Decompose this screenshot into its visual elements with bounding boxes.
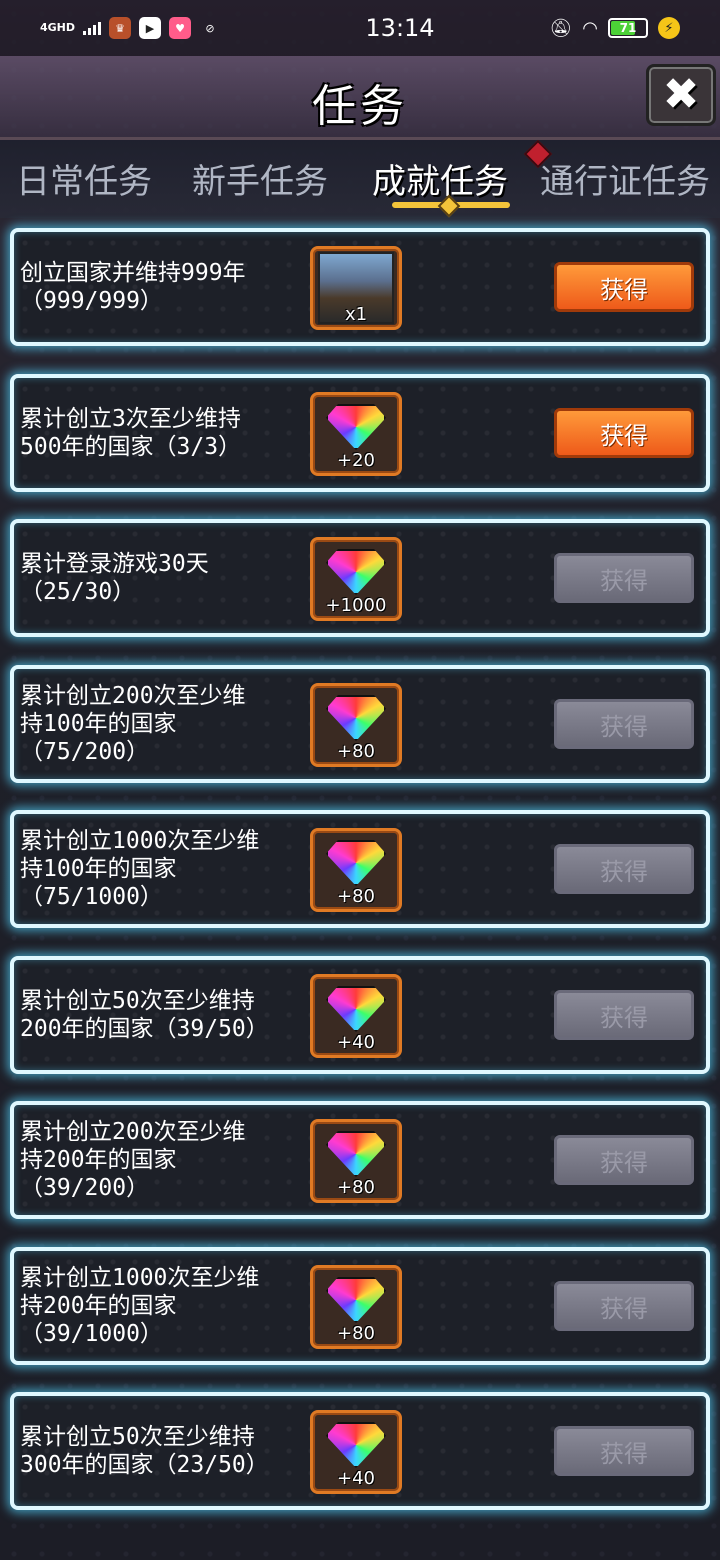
task-description: 创立国家并维持999年 （999/999） <box>20 232 290 342</box>
network-type: 4GHD <box>40 21 76 34</box>
task-description: 累计创立1000次至少维 持200年的国家 （39/1000） <box>20 1251 290 1361</box>
link-app-icon: ⊘ <box>205 21 215 35</box>
reward-quantity: x1 <box>344 304 368 325</box>
task-description-line: （39/1000） <box>20 1321 163 1347</box>
close-button[interactable]: ✖ <box>646 64 716 126</box>
task-card: 累计创立1000次至少维 持200年的国家 （39/1000） +80 获得 <box>10 1247 710 1365</box>
task-description-line: 累计创立3次至少维持 <box>20 406 241 432</box>
task-description-line: 创立国家并维持999年 <box>20 260 246 286</box>
claim-button[interactable]: 获得 <box>554 699 694 749</box>
tab-newbie[interactable]: 新手任务 <box>192 154 328 203</box>
claim-button[interactable]: 获得 <box>554 408 694 458</box>
task-description: 累计创立1000次至少维 持100年的国家 （75/1000） <box>20 814 290 924</box>
claim-button[interactable]: 获得 <box>554 262 694 312</box>
reward-quantity: +20 <box>337 450 375 471</box>
claim-button[interactable]: 获得 <box>554 990 694 1040</box>
tab-bar: 日常任务 新手任务 成就任务 通行证任务 <box>0 140 720 218</box>
status-right: 🔕︎ ◠ 71 ⚡ <box>520 17 680 39</box>
task-description: 累计创立50次至少维持 300年的国家（23/50） <box>20 1396 290 1506</box>
task-description-line: 持100年的国家 <box>20 711 177 737</box>
task-description-line: 累计创立1000次至少维 <box>20 828 260 854</box>
task-description-line: 持200年的国家 <box>20 1293 177 1319</box>
battery-percent: 71 <box>619 21 637 35</box>
reward-slot[interactable]: +40 <box>310 974 402 1058</box>
task-description-line: 累计创立50次至少维持 <box>20 988 255 1014</box>
task-card: 创立国家并维持999年 （999/999） x1 获得 <box>10 228 710 346</box>
gem-icon <box>326 840 386 886</box>
gem-icon <box>326 404 386 450</box>
reward-quantity: +80 <box>337 1177 375 1198</box>
gem-icon <box>326 695 386 741</box>
task-description: 累计创立3次至少维持 500年的国家（3/3） <box>20 378 290 488</box>
task-description-line: 累计登录游戏30天 <box>20 551 209 577</box>
pink-app-icon: ♥ <box>169 17 192 39</box>
reward-quantity: +80 <box>337 1323 375 1344</box>
game-app-icon: ♛ <box>109 17 132 39</box>
gem-icon <box>326 1422 386 1468</box>
reward-slot[interactable]: +40 <box>310 1410 402 1494</box>
task-description: 累计创立50次至少维持 200年的国家（39/50） <box>20 960 290 1070</box>
task-description-line: 持100年的国家 <box>20 856 177 882</box>
task-description-line: （75/1000） <box>20 884 163 910</box>
claim-button[interactable]: 获得 <box>554 553 694 603</box>
task-description-line: 300年的国家（23/50） <box>20 1452 269 1478</box>
reward-quantity: +1000 <box>325 595 387 616</box>
claim-button[interactable]: 获得 <box>554 844 694 894</box>
task-description-line: （25/30） <box>20 579 136 605</box>
task-description-line: 累计创立50次至少维持 <box>20 1424 255 1450</box>
charging-icon: ⚡ <box>658 17 680 39</box>
task-description: 累计创立200次至少维 持100年的国家 （75/200） <box>20 669 290 779</box>
wifi-icon: ◠ <box>582 17 598 39</box>
page-title: 任务 <box>312 81 408 132</box>
reward-quantity: +80 <box>337 886 375 907</box>
task-description-line: （39/200） <box>20 1175 150 1201</box>
reward-slot[interactable]: +80 <box>310 1265 402 1349</box>
battery-icon: 71 <box>608 18 648 38</box>
task-description-line: 累计创立200次至少维 <box>20 683 246 709</box>
tab-daily[interactable]: 日常任务 <box>16 154 152 203</box>
task-description-line: 持200年的国家 <box>20 1147 177 1173</box>
mute-icon: 🔕︎ <box>549 17 573 39</box>
task-description-line: 500年的国家（3/3） <box>20 434 242 460</box>
tab-pass[interactable]: 通行证任务 <box>540 154 710 203</box>
task-card: 累计创立1000次至少维 持100年的国家 （75/1000） +80 获得 <box>10 810 710 928</box>
signal-icon <box>83 21 102 35</box>
reward-slot[interactable]: +20 <box>310 392 402 476</box>
status-bar: 4GHD ♛ ▶ ♥ ⊘ 13:14 🔕︎ ◠ 71 ⚡ <box>0 0 720 56</box>
reward-slot[interactable]: x1 <box>310 246 402 330</box>
reward-quantity: +40 <box>337 1032 375 1053</box>
task-description-line: （999/999） <box>20 288 163 314</box>
claim-button[interactable]: 获得 <box>554 1426 694 1476</box>
status-left: 4GHD ♛ ▶ ♥ ⊘ <box>40 17 320 39</box>
reward-slot[interactable]: +80 <box>310 1119 402 1203</box>
reward-slot[interactable]: +80 <box>310 683 402 767</box>
gem-icon <box>326 549 386 595</box>
task-card: 累计创立50次至少维持 300年的国家（23/50） +40 获得 <box>10 1392 710 1510</box>
tab-achievement[interactable]: 成就任务 <box>372 154 508 203</box>
task-card: 累计创立200次至少维 持100年的国家 （75/200） +80 获得 <box>10 665 710 783</box>
task-card: 累计创立3次至少维持 500年的国家（3/3） +20 获得 <box>10 374 710 492</box>
task-description-line: 累计创立1000次至少维 <box>20 1265 260 1291</box>
task-card: 累计登录游戏30天 （25/30） +1000 获得 <box>10 519 710 637</box>
task-description: 累计创立200次至少维 持200年的国家 （39/200） <box>20 1105 290 1215</box>
task-description: 累计登录游戏30天 （25/30） <box>20 523 290 633</box>
video-app-icon: ▶ <box>139 17 162 39</box>
claim-button[interactable]: 获得 <box>554 1135 694 1185</box>
task-card: 累计创立200次至少维 持200年的国家 （39/200） +80 获得 <box>10 1101 710 1219</box>
task-card: 累计创立50次至少维持 200年的国家（39/50） +40 获得 <box>10 956 710 1074</box>
reward-slot[interactable]: +80 <box>310 828 402 912</box>
claim-button[interactable]: 获得 <box>554 1281 694 1331</box>
gem-icon <box>326 986 386 1032</box>
gem-icon <box>326 1277 386 1323</box>
task-description-line: （75/200） <box>20 739 150 765</box>
reward-slot[interactable]: +1000 <box>310 537 402 621</box>
reward-quantity: +40 <box>337 1468 375 1489</box>
close-icon: ✖ <box>662 69 700 120</box>
task-description-line: 累计创立200次至少维 <box>20 1119 246 1145</box>
task-description-line: 200年的国家（39/50） <box>20 1016 269 1042</box>
clock: 13:14 <box>365 14 435 42</box>
gem-icon <box>326 1131 386 1177</box>
reward-quantity: +80 <box>337 741 375 762</box>
page-header: 任务 ✖ <box>0 56 720 140</box>
